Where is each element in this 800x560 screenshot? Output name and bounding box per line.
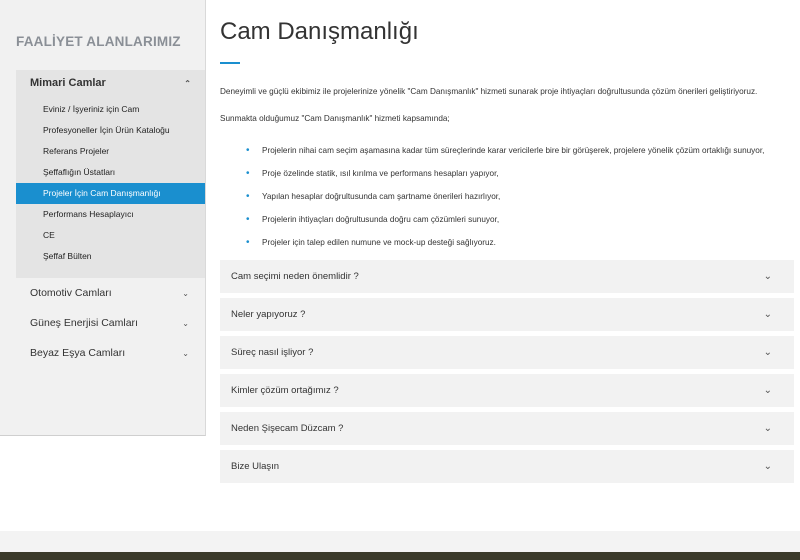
sidebar-category-label: Otomotiv Camları [30,287,112,299]
faq-accordion: Cam seçimi neden önemlidir ? ⌄ Neler yap… [220,260,794,488]
service-list: Projelerin nihai cam seçim aşamasına kad… [246,145,764,261]
sidebar-title: FAALİYET ALANLARIMIZ [16,34,181,49]
chevron-up-icon: ⌃ [184,78,191,88]
sidebar-category-label: Beyaz Eşya Camları [30,347,126,359]
accordion-item-bize-ulasin[interactable]: Bize Ulaşın ⌄ [220,450,794,483]
accordion-label: Bize Ulaşın [231,461,280,472]
chevron-down-icon: ⌄ [763,461,772,472]
accordion-label: Kimler çözüm ortağımız ? [231,385,339,396]
sidebar-item-seffaf-bulten[interactable]: Şeffaf Bülten [16,246,205,267]
chevron-down-icon: ⌄ [182,288,189,298]
sidebar-category-beyaz-esya[interactable]: Beyaz Eşya Camları ⌄ [16,343,205,363]
list-item: Proje özelinde statik, ısıl kırılma ve p… [246,168,764,192]
footer-image-strip [0,552,800,560]
chevron-down-icon: ⌄ [182,348,189,358]
sidebar-item-ce[interactable]: CE [16,225,205,246]
sidebar-group-mimari-camlar: Mimari Camlar ⌃ Eviniz / İşyeriniz için … [16,70,205,278]
chevron-down-icon: ⌄ [763,423,772,434]
accordion-label: Neden Şişecam Düzcam ? [231,423,344,434]
chevron-down-icon: ⌄ [763,271,772,282]
chevron-down-icon: ⌄ [763,347,772,358]
list-item: Yapılan hesaplar doğrultusunda cam şartn… [246,191,764,215]
accordion-item-neler-yapiyoruz[interactable]: Neler yapıyoruz ? ⌄ [220,298,794,331]
accordion-label: Süreç nasıl işliyor ? [231,347,314,358]
accordion-label: Neler yapıyoruz ? [231,309,306,320]
sidebar-group-label: Mimari Camlar [30,77,106,89]
sidebar-item-performans-hesaplayici[interactable]: Performans Hesaplayıcı [16,204,205,225]
chevron-down-icon: ⌄ [182,318,189,328]
sidebar-item-referans-projeler[interactable]: Referans Projeler [16,141,205,162]
list-item: Projelerin ihtiyaçları doğrultusunda doğ… [246,214,764,238]
list-item: Projelerin nihai cam seçim aşamasına kad… [246,145,764,169]
sidebar-category-otomotiv[interactable]: Otomotiv Camları ⌄ [16,283,205,303]
accordion-item-neden-sisecam[interactable]: Neden Şişecam Düzcam ? ⌄ [220,412,794,445]
sidebar-item-seffafligin-ustatlari[interactable]: Şeffaflığın Üstatları [16,162,205,183]
sidebar-category-gunes-enerjisi[interactable]: Güneş Enerjisi Camları ⌄ [16,313,205,333]
accordion-item-surec[interactable]: Süreç nasıl işliyor ? ⌄ [220,336,794,369]
chevron-down-icon: ⌄ [763,385,772,396]
scope-paragraph: Sunmakta olduğumuz "Cam Danışmanlık" hiz… [220,114,450,123]
sidebar-item-cam-danismanligi[interactable]: Projeler İçin Cam Danışmanlığı [16,183,205,204]
sidebar-sub-list: Eviniz / İşyeriniz için Cam Profesyonell… [16,99,205,267]
chevron-down-icon: ⌄ [763,309,772,320]
title-underline [220,62,240,64]
sidebar: FAALİYET ALANLARIMIZ Mimari Camlar ⌃ Evi… [0,0,206,436]
accordion-item-cozum-ortaklari[interactable]: Kimler çözüm ortağımız ? ⌄ [220,374,794,407]
sidebar-item-urun-katalogu[interactable]: Profesyoneller İçin Ürün Kataloğu [16,120,205,141]
page-title: Cam Danışmanlığı [220,18,419,45]
intro-paragraph: Deneyimli ve güçlü ekibimiz ile projeler… [220,87,758,96]
sidebar-item-eviniz[interactable]: Eviniz / İşyeriniz için Cam [16,99,205,120]
accordion-label: Cam seçimi neden önemlidir ? [231,271,359,282]
list-item: Projeler için talep edilen numune ve moc… [246,237,764,261]
sidebar-category-label: Güneş Enerjisi Camları [30,317,138,329]
accordion-item-cam-secimi[interactable]: Cam seçimi neden önemlidir ? ⌄ [220,260,794,293]
sidebar-group-header[interactable]: Mimari Camlar ⌃ [16,70,205,96]
